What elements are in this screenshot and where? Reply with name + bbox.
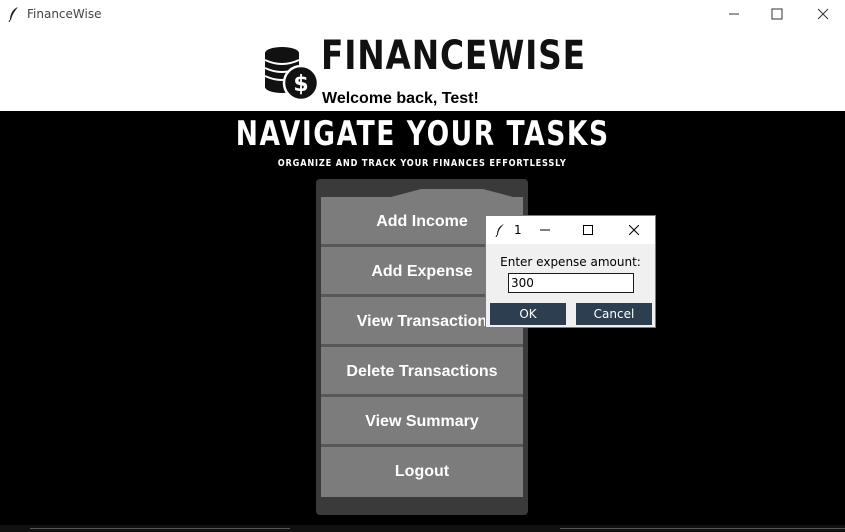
window-title-bar[interactable]: FinanceWise [0, 0, 845, 28]
feather-icon [8, 7, 18, 22]
dialog-close-button[interactable] [619, 216, 649, 244]
close-icon [629, 225, 639, 235]
close-icon [817, 8, 829, 20]
maximize-icon [583, 225, 593, 235]
dialog-title-bar[interactable]: 1 [486, 216, 655, 244]
brand-title: FINANCEWISE [321, 33, 586, 79]
expense-amount-prompt: Enter expense amount: [500, 255, 641, 269]
expense-dialog: 1 Enter expense amount: 300 OK Cancel [485, 215, 656, 328]
dialog-minimize-button[interactable] [530, 216, 560, 244]
delete-transactions-button[interactable]: Delete Transactions [321, 347, 523, 397]
logout-button[interactable]: Logout [321, 447, 523, 497]
view-summary-button[interactable]: View Summary [321, 397, 523, 447]
minimize-button[interactable] [711, 0, 757, 28]
page-subheading: ORGANIZE AND TRACK YOUR FINANCES EFFORTL… [278, 158, 567, 169]
delete-transactions-label: Delete Transactions [346, 363, 498, 380]
page-heading: NAVIGATE YOUR TASKS [235, 114, 610, 154]
minimize-icon [540, 229, 550, 231]
maximize-button[interactable] [754, 0, 800, 28]
svg-text:$: $ [293, 72, 308, 97]
logout-label: Logout [394, 463, 450, 480]
close-button[interactable] [800, 0, 845, 28]
feather-icon [495, 224, 504, 237]
maximize-icon [771, 8, 783, 20]
view-transaction-label: View Transaction [356, 313, 488, 330]
add-income-label: Add Income [376, 213, 468, 230]
dialog-title: 1 [514, 223, 522, 237]
window-title: FinanceWise [27, 7, 102, 21]
app-header: $ FINANCEWISE Welcome back, Test! [0, 28, 845, 110]
cancel-button[interactable]: Cancel [576, 303, 652, 325]
welcome-message: Welcome back, Test! [322, 90, 479, 107]
expense-amount-input[interactable]: 300 [508, 273, 634, 293]
add-expense-label: Add Expense [371, 263, 473, 280]
ok-button[interactable]: OK [490, 303, 566, 325]
main-area: NAVIGATE YOUR TASKS ORGANIZE AND TRACK Y… [0, 111, 845, 532]
minimize-icon [729, 13, 739, 15]
dialog-maximize-button[interactable] [573, 216, 603, 244]
coin-stack-dollar-icon: $ [264, 47, 320, 101]
view-summary-label: View Summary [365, 413, 479, 430]
